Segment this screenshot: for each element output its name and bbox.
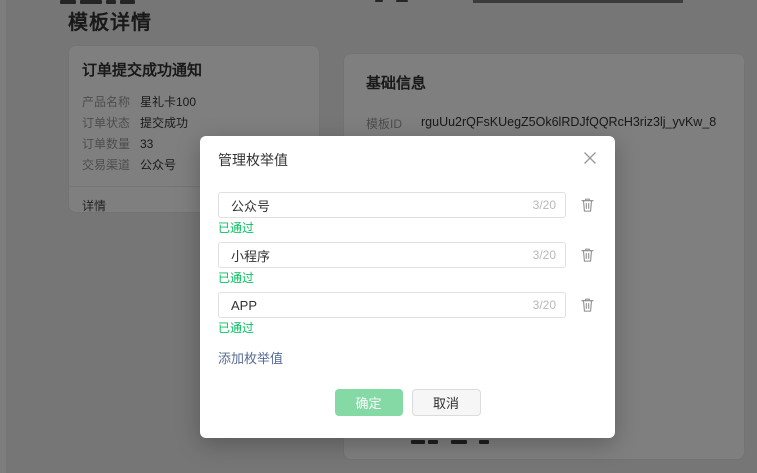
enum-value-input[interactable] [218, 292, 566, 318]
trash-icon [580, 197, 595, 213]
char-counter: 3/20 [533, 298, 556, 312]
manage-enum-dialog: 管理枚举值 3/20 [200, 136, 615, 438]
status-badge: 已通过 [218, 271, 597, 286]
enum-list: 3/20 已通过 3/20 [200, 192, 615, 416]
delete-enum-button[interactable] [578, 195, 597, 215]
add-enum-link[interactable]: 添加枚举值 [218, 350, 283, 367]
enum-value-input[interactable] [218, 242, 566, 268]
confirm-button[interactable]: 确定 [335, 389, 403, 416]
cancel-button[interactable]: 取消 [412, 389, 481, 416]
status-badge: 已通过 [218, 321, 597, 336]
list-item: 3/20 已通过 [218, 192, 597, 236]
trash-icon [580, 247, 595, 263]
list-item: 3/20 已通过 [218, 292, 597, 336]
status-badge: 已通过 [218, 221, 597, 236]
close-icon [582, 150, 598, 166]
char-counter: 3/20 [533, 198, 556, 212]
delete-enum-button[interactable] [578, 295, 597, 315]
dialog-title: 管理枚举值 [218, 151, 597, 169]
trash-icon [580, 297, 595, 313]
dialog-actions: 确定 取消 [218, 389, 597, 416]
screen: 模板详情 订单提交成功通知 产品名称 星礼卡100 订单状态 提交成功 订单数量… [0, 0, 757, 473]
char-counter: 3/20 [533, 248, 556, 262]
list-item: 3/20 已通过 [218, 242, 597, 286]
close-button[interactable] [575, 143, 605, 173]
delete-enum-button[interactable] [578, 245, 597, 265]
dialog-header: 管理枚举值 [200, 136, 615, 169]
enum-value-input[interactable] [218, 192, 566, 218]
